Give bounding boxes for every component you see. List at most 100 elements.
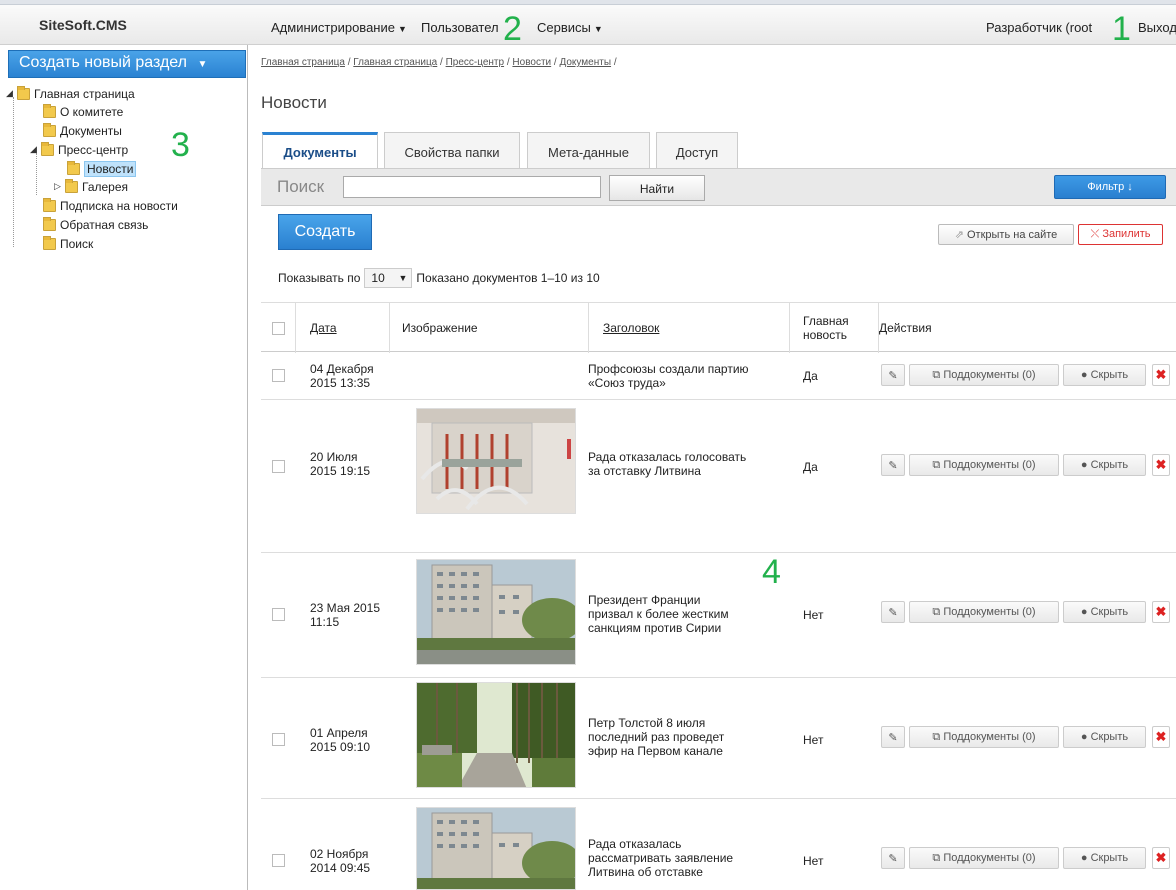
tree-node[interactable]: Поиск — [43, 235, 93, 252]
tree-node-label: Главная страница — [34, 86, 135, 101]
row-date: 23 Мая 2015 11:15 — [310, 601, 380, 629]
hide-button[interactable]: ● Скрыть — [1063, 364, 1146, 386]
row-title[interactable]: Профсоюзы создали партию «Союз труда» — [588, 362, 749, 390]
create-button[interactable]: Создать — [278, 214, 372, 250]
subdocuments-button[interactable]: ⧉ Поддокументы (0) — [909, 726, 1059, 748]
row-checkbox[interactable] — [272, 733, 285, 746]
search-label: Поиск — [277, 177, 325, 196]
expand-icon[interactable]: ▷ — [54, 181, 63, 192]
subdocuments-button[interactable]: ⧉ Поддокументы (0) — [909, 364, 1059, 386]
subdocuments-button[interactable]: ⧉ Поддокументы (0) — [909, 847, 1059, 869]
delete-icon[interactable]: ✖ — [1152, 601, 1170, 623]
collapse-icon[interactable]: ◢ — [6, 88, 15, 99]
table-row[interactable]: 01 Апреля 2015 09:10 Петр Толстой 8 июля п… — [261, 678, 1176, 799]
hide-button[interactable]: ● Скрыть — [1063, 601, 1146, 623]
delete-icon[interactable]: ✖ — [1152, 847, 1170, 869]
tab-metadata[interactable]: Мета-данные — [527, 132, 650, 168]
table-row[interactable]: 02 Ноября 2014 09:45 Рада отказалась рассм… — [261, 799, 1176, 890]
tree-node-selected[interactable]: Новости — [67, 160, 137, 177]
delete-icon[interactable]: ✖ — [1152, 726, 1170, 748]
select-all-cell — [272, 303, 285, 353]
row-date-line: 04 Декабря — [310, 362, 374, 376]
pin-button[interactable]: ⤬ Запилить — [1078, 224, 1163, 245]
tree-connector — [36, 153, 37, 195]
tree-node[interactable]: Подписка на новости — [43, 197, 178, 214]
menu-users[interactable]: Пользовател — [421, 20, 499, 35]
row-date-line: 01 Апреля — [310, 726, 368, 740]
row-title[interactable]: Петр Толстой 8 июля последний раз проведе… — [588, 716, 724, 758]
edit-button[interactable]: ✎ — [881, 364, 905, 386]
breadcrumb-link[interactable]: Главная страница — [353, 57, 437, 68]
hide-label: Скрыть — [1090, 731, 1129, 743]
breadcrumb-link[interactable]: Главная страница — [261, 57, 345, 68]
find-button[interactable]: Найти — [609, 175, 705, 201]
search-bar: Поиск Найти Фильтр ↓ — [261, 168, 1176, 206]
row-title-line: санкциям против Сирии — [588, 621, 722, 635]
row-thumbnail[interactable] — [416, 682, 576, 788]
row-date-line: 2015 19:15 — [310, 464, 371, 478]
delete-icon[interactable]: ✖ — [1152, 364, 1170, 386]
hide-button[interactable]: ● Скрыть — [1063, 726, 1146, 748]
current-user[interactable]: Разработчик (root — [986, 20, 1092, 35]
subdocuments-button[interactable]: ⧉ Поддокументы (0) — [909, 454, 1059, 476]
app-logo[interactable]: SiteSoft.CMS — [39, 17, 127, 33]
pencil-icon: ✎ — [888, 607, 898, 619]
menu-services[interactable]: Сервисы ▼ — [537, 20, 603, 35]
row-checkbox[interactable] — [272, 369, 285, 382]
collapse-icon[interactable]: ◢ — [30, 144, 39, 155]
breadcrumb-link[interactable]: Новости — [512, 57, 551, 68]
column-divider — [389, 303, 390, 353]
row-checkbox[interactable] — [272, 460, 285, 473]
hide-button[interactable]: ● Скрыть — [1063, 454, 1146, 476]
row-thumbnail[interactable] — [416, 807, 576, 890]
row-checkbox[interactable] — [272, 608, 285, 621]
edit-button[interactable]: ✎ — [881, 601, 905, 623]
row-checkbox[interactable] — [272, 854, 285, 867]
buildings-photo — [417, 560, 575, 664]
create-section-button[interactable]: Создать новый раздел ▼ — [8, 50, 246, 78]
search-input[interactable] — [343, 176, 601, 198]
tab-documents[interactable]: Документы — [262, 132, 378, 169]
table-row[interactable]: 20 Июля 2015 19:15 Рада отказалась голосо… — [261, 400, 1176, 553]
per-page-select[interactable]: 10 ▼ — [364, 268, 413, 288]
tab-access[interactable]: Доступ — [656, 132, 738, 168]
breadcrumb-link[interactable]: Пресс-центр — [446, 57, 504, 68]
row-title[interactable]: Рада отказалась рассматривать заявление Ли… — [588, 837, 733, 879]
edit-button[interactable]: ✎ — [881, 726, 905, 748]
table-row[interactable]: 23 Мая 2015 11:15 Президент Франции призва… — [261, 553, 1176, 678]
column-date[interactable]: Дата — [310, 303, 337, 353]
folder-icon — [43, 235, 56, 250]
subdocuments-button[interactable]: ⧉ Поддокументы (0) — [909, 601, 1059, 623]
open-on-site-button[interactable]: ⇗ Открыть на сайте — [938, 224, 1074, 245]
tree-node[interactable]: ▷ Галерея — [54, 178, 128, 195]
menu-administration[interactable]: Администрирование ▼ — [271, 20, 407, 35]
top-bar: SiteSoft.CMS Администрирование ▼ Пользова… — [0, 0, 1176, 45]
tab-folder-properties[interactable]: Свойства папки — [384, 132, 520, 168]
tree-node[interactable]: ◢ Пресс-центр — [30, 141, 128, 158]
tree-node[interactable]: О комитете — [43, 103, 123, 120]
row-thumbnail[interactable] — [416, 408, 576, 514]
tree-node[interactable]: Обратная связь — [43, 216, 148, 233]
table-row[interactable]: 04 Декабря 2015 13:35 Профсоюзы создали п… — [261, 352, 1176, 400]
row-date-line: 20 Июля — [310, 450, 358, 464]
create-section-label: Создать новый раздел — [19, 54, 188, 71]
tree-node[interactable]: ◢ Главная страница — [6, 85, 135, 102]
delete-icon[interactable]: ✖ — [1152, 454, 1170, 476]
dot-icon: ● — [1080, 852, 1091, 864]
copy-icon: ⧉ — [932, 852, 944, 864]
select-all-checkbox[interactable] — [272, 321, 285, 335]
logout-link[interactable]: Выход — [1138, 20, 1176, 35]
filter-button[interactable]: Фильтр ↓ — [1054, 175, 1166, 199]
row-title[interactable]: Рада отказалась голосовать за отставку Ли… — [588, 450, 746, 478]
breadcrumb-link[interactable]: Документы — [559, 57, 611, 68]
tree-node[interactable]: Документы — [43, 122, 122, 139]
row-thumbnail[interactable] — [416, 559, 576, 665]
edit-button[interactable]: ✎ — [881, 847, 905, 869]
folder-icon — [43, 197, 56, 212]
row-date-line: 2015 13:35 — [310, 376, 371, 390]
pencil-icon: ✎ — [888, 370, 898, 382]
edit-button[interactable]: ✎ — [881, 454, 905, 476]
column-title[interactable]: Заголовок — [603, 303, 659, 353]
row-title[interactable]: Президент Франции призвал к более жестким… — [588, 593, 729, 635]
hide-button[interactable]: ● Скрыть — [1063, 847, 1146, 869]
